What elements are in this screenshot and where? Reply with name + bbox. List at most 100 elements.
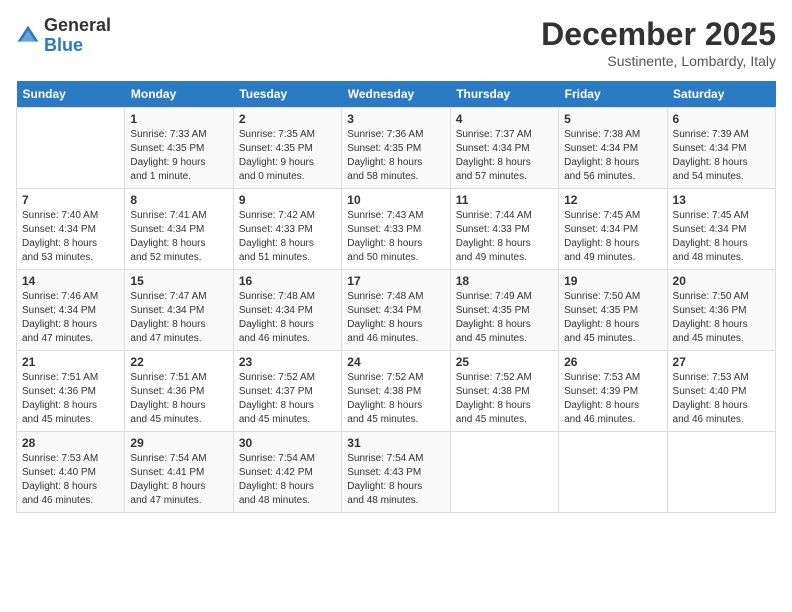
day-number: 30 xyxy=(239,436,336,450)
calendar-cell: 21Sunrise: 7:51 AM Sunset: 4:36 PM Dayli… xyxy=(17,351,125,432)
page-header: General Blue December 2025 Sustinente, L… xyxy=(16,16,776,69)
day-info: Sunrise: 7:47 AM Sunset: 4:34 PM Dayligh… xyxy=(130,290,227,346)
logo-text: General Blue xyxy=(44,16,111,56)
day-info: Sunrise: 7:54 AM Sunset: 4:41 PM Dayligh… xyxy=(130,452,227,508)
calendar-cell xyxy=(450,432,558,513)
day-number: 4 xyxy=(456,112,553,126)
day-info: Sunrise: 7:50 AM Sunset: 4:35 PM Dayligh… xyxy=(564,290,661,346)
day-info: Sunrise: 7:51 AM Sunset: 4:36 PM Dayligh… xyxy=(22,371,119,427)
day-header-saturday: Saturday xyxy=(667,81,775,108)
calendar-cell: 10Sunrise: 7:43 AM Sunset: 4:33 PM Dayli… xyxy=(342,189,450,270)
title-block: December 2025 Sustinente, Lombardy, Ital… xyxy=(541,16,776,69)
calendar-cell: 6 Sunrise: 7:39 AM Sunset: 4:34 PM Daylig… xyxy=(667,108,775,189)
day-number: 10 xyxy=(347,193,444,207)
day-number: 8 xyxy=(130,193,227,207)
day-header-wednesday: Wednesday xyxy=(342,81,450,108)
logo-blue: Blue xyxy=(44,36,111,56)
day-info: Sunrise: 7:49 AM Sunset: 4:35 PM Dayligh… xyxy=(456,290,553,346)
logo-icon xyxy=(16,24,40,48)
calendar-cell: 13 Sunrise: 7:45 AM Sunset: 4:34 PM Dayli… xyxy=(667,189,775,270)
calendar-cell: 1Sunrise: 7:33 AM Sunset: 4:35 PM Daylig… xyxy=(125,108,233,189)
day-info: Sunrise: 7:52 AM Sunset: 4:38 PM Dayligh… xyxy=(456,371,553,427)
day-number: 25 xyxy=(456,355,553,369)
day-number: 15 xyxy=(130,274,227,288)
calendar-table: SundayMondayTuesdayWednesdayThursdayFrid… xyxy=(16,81,776,513)
day-info: Sunrise: 7:37 AM Sunset: 4:34 PM Dayligh… xyxy=(456,128,553,184)
day-info: Sunrise: 7:40 AM Sunset: 4:34 PM Dayligh… xyxy=(22,209,119,265)
calendar-cell xyxy=(667,432,775,513)
day-number: 22 xyxy=(130,355,227,369)
day-info: Sunrise: 7:53 AM Sunset: 4:39 PM Dayligh… xyxy=(564,371,661,427)
day-info: Sunrise: 7:44 AM Sunset: 4:33 PM Dayligh… xyxy=(456,209,553,265)
calendar-cell: 9Sunrise: 7:42 AM Sunset: 4:33 PM Daylig… xyxy=(233,189,341,270)
day-number: 5 xyxy=(564,112,661,126)
calendar-cell: 15 Sunrise: 7:47 AM Sunset: 4:34 PM Dayli… xyxy=(125,270,233,351)
day-number: 24 xyxy=(347,355,444,369)
calendar-cell: 29 Sunrise: 7:54 AM Sunset: 4:41 PM Dayli… xyxy=(125,432,233,513)
day-number: 6 xyxy=(673,112,770,126)
day-number: 18 xyxy=(456,274,553,288)
calendar-cell xyxy=(559,432,667,513)
day-info: Sunrise: 7:39 AM Sunset: 4:34 PM Dayligh… xyxy=(673,128,770,184)
day-info: Sunrise: 7:35 AM Sunset: 4:35 PM Dayligh… xyxy=(239,128,336,184)
week-row-5: 28Sunrise: 7:53 AM Sunset: 4:40 PM Dayli… xyxy=(17,432,776,513)
day-info: Sunrise: 7:45 AM Sunset: 4:34 PM Dayligh… xyxy=(673,209,770,265)
day-info: Sunrise: 7:51 AM Sunset: 4:36 PM Dayligh… xyxy=(130,371,227,427)
calendar-cell: 20 Sunrise: 7:50 AM Sunset: 4:36 PM Dayli… xyxy=(667,270,775,351)
calendar-cell: 2 Sunrise: 7:35 AM Sunset: 4:35 PM Daylig… xyxy=(233,108,341,189)
day-header-friday: Friday xyxy=(559,81,667,108)
day-info: Sunrise: 7:53 AM Sunset: 4:40 PM Dayligh… xyxy=(673,371,770,427)
calendar-cell: 11 Sunrise: 7:44 AM Sunset: 4:33 PM Dayli… xyxy=(450,189,558,270)
day-info: Sunrise: 7:38 AM Sunset: 4:34 PM Dayligh… xyxy=(564,128,661,184)
day-info: Sunrise: 7:41 AM Sunset: 4:34 PM Dayligh… xyxy=(130,209,227,265)
week-row-1: 1Sunrise: 7:33 AM Sunset: 4:35 PM Daylig… xyxy=(17,108,776,189)
day-header-tuesday: Tuesday xyxy=(233,81,341,108)
day-number: 23 xyxy=(239,355,336,369)
day-info: Sunrise: 7:50 AM Sunset: 4:36 PM Dayligh… xyxy=(673,290,770,346)
calendar-cell: 22 Sunrise: 7:51 AM Sunset: 4:36 PM Dayli… xyxy=(125,351,233,432)
day-number: 14 xyxy=(22,274,119,288)
day-number: 29 xyxy=(130,436,227,450)
calendar-cell: 31 Sunrise: 7:54 AM Sunset: 4:43 PM Dayli… xyxy=(342,432,450,513)
day-number: 7 xyxy=(22,193,119,207)
day-info: Sunrise: 7:45 AM Sunset: 4:34 PM Dayligh… xyxy=(564,209,661,265)
day-info: Sunrise: 7:48 AM Sunset: 4:34 PM Dayligh… xyxy=(347,290,444,346)
day-number: 1 xyxy=(130,112,227,126)
day-info: Sunrise: 7:36 AM Sunset: 4:35 PM Dayligh… xyxy=(347,128,444,184)
calendar-cell xyxy=(17,108,125,189)
day-number: 20 xyxy=(673,274,770,288)
day-number: 13 xyxy=(673,193,770,207)
calendar-cell: 19 Sunrise: 7:50 AM Sunset: 4:35 PM Dayli… xyxy=(559,270,667,351)
week-row-3: 14Sunrise: 7:46 AM Sunset: 4:34 PM Dayli… xyxy=(17,270,776,351)
day-number: 31 xyxy=(347,436,444,450)
day-number: 19 xyxy=(564,274,661,288)
location-subtitle: Sustinente, Lombardy, Italy xyxy=(541,53,776,69)
calendar-cell: 12Sunrise: 7:45 AM Sunset: 4:34 PM Dayli… xyxy=(559,189,667,270)
day-number: 11 xyxy=(456,193,553,207)
week-row-4: 21Sunrise: 7:51 AM Sunset: 4:36 PM Dayli… xyxy=(17,351,776,432)
calendar-cell: 27 Sunrise: 7:53 AM Sunset: 4:40 PM Dayli… xyxy=(667,351,775,432)
calendar-cell: 8 Sunrise: 7:41 AM Sunset: 4:34 PM Daylig… xyxy=(125,189,233,270)
calendar-cell: 7 Sunrise: 7:40 AM Sunset: 4:34 PM Daylig… xyxy=(17,189,125,270)
week-row-2: 7 Sunrise: 7:40 AM Sunset: 4:34 PM Daylig… xyxy=(17,189,776,270)
day-info: Sunrise: 7:52 AM Sunset: 4:37 PM Dayligh… xyxy=(239,371,336,427)
calendar-cell: 16Sunrise: 7:48 AM Sunset: 4:34 PM Dayli… xyxy=(233,270,341,351)
day-info: Sunrise: 7:52 AM Sunset: 4:38 PM Dayligh… xyxy=(347,371,444,427)
calendar-cell: 28Sunrise: 7:53 AM Sunset: 4:40 PM Dayli… xyxy=(17,432,125,513)
day-number: 2 xyxy=(239,112,336,126)
day-header-monday: Monday xyxy=(125,81,233,108)
calendar-cell: 24 Sunrise: 7:52 AM Sunset: 4:38 PM Dayli… xyxy=(342,351,450,432)
day-info: Sunrise: 7:54 AM Sunset: 4:43 PM Dayligh… xyxy=(347,452,444,508)
day-info: Sunrise: 7:48 AM Sunset: 4:34 PM Dayligh… xyxy=(239,290,336,346)
day-header-sunday: Sunday xyxy=(17,81,125,108)
day-number: 28 xyxy=(22,436,119,450)
day-number: 26 xyxy=(564,355,661,369)
calendar-cell: 26 Sunrise: 7:53 AM Sunset: 4:39 PM Dayli… xyxy=(559,351,667,432)
day-number: 9 xyxy=(239,193,336,207)
calendar-cell: 23 Sunrise: 7:52 AM Sunset: 4:37 PM Dayli… xyxy=(233,351,341,432)
header-row: SundayMondayTuesdayWednesdayThursdayFrid… xyxy=(17,81,776,108)
day-number: 3 xyxy=(347,112,444,126)
day-info: Sunrise: 7:54 AM Sunset: 4:42 PM Dayligh… xyxy=(239,452,336,508)
month-title: December 2025 xyxy=(541,16,776,53)
day-number: 27 xyxy=(673,355,770,369)
